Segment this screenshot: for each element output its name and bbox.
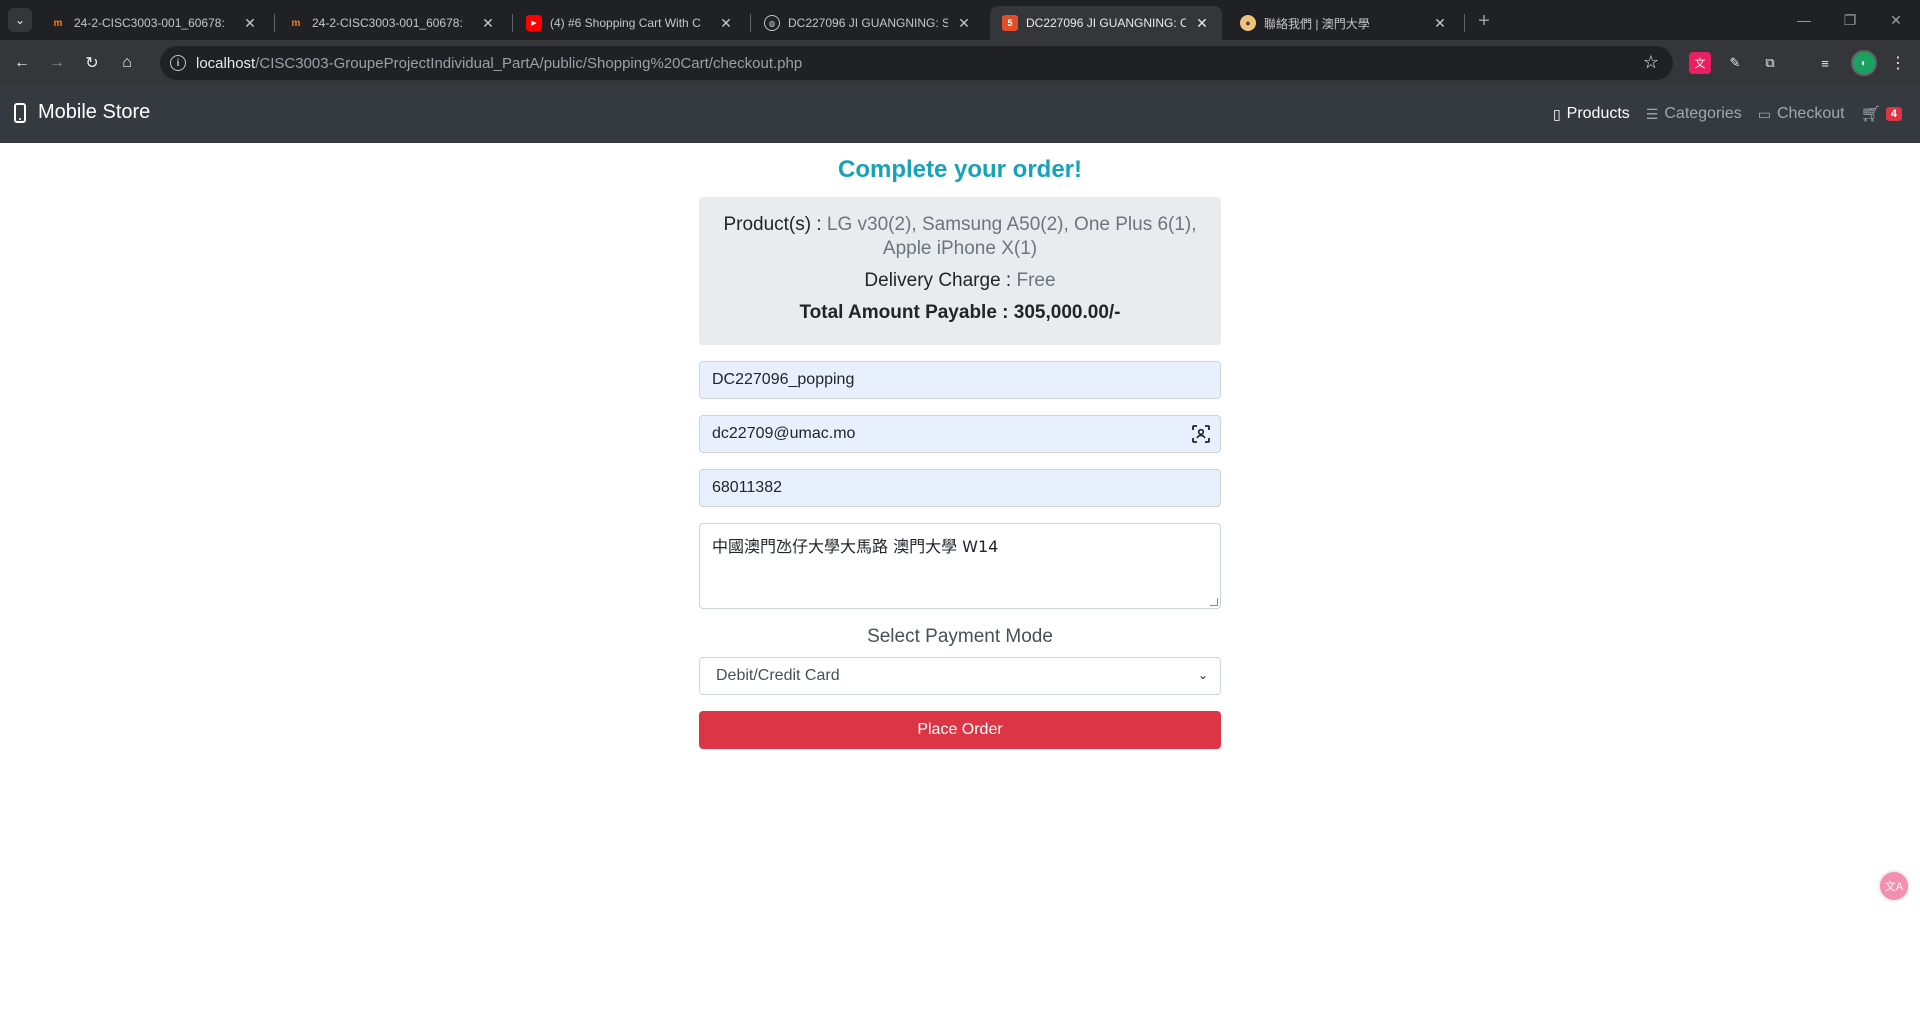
delivery-label: Delivery Charge : xyxy=(864,270,1012,291)
total-value: 305,000.00/- xyxy=(1013,302,1121,323)
url-path: /CISC3003-GroupeProjectIndividual_PartA/… xyxy=(255,54,803,72)
menu-kebab-icon[interactable]: ⋮ xyxy=(1887,52,1909,74)
site-info-icon[interactable]: i xyxy=(170,55,186,71)
tab-divider xyxy=(512,14,513,32)
new-tab-icon[interactable]: + xyxy=(1472,9,1496,33)
nav-checkout-label: Checkout xyxy=(1776,105,1845,122)
html5-icon: 5 xyxy=(1002,15,1018,31)
brand-name: Mobile Store xyxy=(38,101,151,123)
tab-divider xyxy=(274,14,275,32)
browser-tab[interactable]: m 24-2-CISC3003-001_60678: ✕ xyxy=(276,6,508,40)
tab-divider xyxy=(1464,14,1465,32)
extensions-puzzle-icon[interactable]: ⧉ xyxy=(1759,52,1781,74)
place-order-label: Place Order xyxy=(917,721,1003,738)
email-value: dc22709@umac.mo xyxy=(712,425,856,442)
tab-search-icon[interactable]: ⌄ xyxy=(8,8,32,32)
tab-title: DC227096 JI GUANGNING: C xyxy=(1026,16,1186,30)
tab-title: (4) #6 Shopping Cart With C xyxy=(550,16,701,30)
name-field[interactable]: DC227096_popping xyxy=(699,361,1221,399)
email-field[interactable]: dc22709@umac.mo xyxy=(699,415,1221,453)
site-navbar: Mobile Store ▯ Products ☰ Categories ▭ C… xyxy=(0,86,1920,143)
chevron-down-icon: ⌄ xyxy=(1197,668,1208,682)
credit-card-icon: ▭ xyxy=(1757,105,1771,122)
close-icon[interactable]: ✕ xyxy=(956,15,972,31)
nav-products-label: Products xyxy=(1566,105,1630,122)
shopping-cart-icon: 🛒︎ xyxy=(1860,106,1881,123)
products-line: Product(s) : LG v30(2), Samsung A50(2), … xyxy=(719,213,1201,261)
nav-cart[interactable]: 🛒︎ 4 xyxy=(1861,104,1902,124)
place-order-button[interactable]: Place Order xyxy=(699,711,1221,749)
restore-icon[interactable]: ❐ xyxy=(1827,0,1873,40)
browser-tab-active[interactable]: 5 DC227096 JI GUANGNING: C ✕ xyxy=(990,6,1222,40)
moodle-icon: m xyxy=(291,17,301,29)
browser-tab[interactable]: m 24-2-CISC3003-001_60678: ✕ xyxy=(38,6,270,40)
minimize-icon[interactable]: — xyxy=(1781,0,1827,40)
feather-extension-icon[interactable]: ✎ xyxy=(1724,52,1746,74)
home-icon[interactable]: ⌂ xyxy=(113,49,141,77)
browser-tab[interactable]: ▶ (4) #6 Shopping Cart With C ✕ xyxy=(514,6,746,40)
phone-field[interactable]: 68011382 xyxy=(699,469,1221,507)
youtube-icon: ▶ xyxy=(526,15,542,31)
close-icon[interactable]: ✕ xyxy=(1432,15,1448,31)
nav-categories[interactable]: ☰ Categories xyxy=(1646,105,1742,123)
page-title: Complete your order! xyxy=(837,156,1083,183)
moodle-icon: m xyxy=(53,17,63,29)
brand-link[interactable]: Mobile Store xyxy=(14,101,150,124)
browser-toolbar: ← → ↻ ⌂ i localhost/CISC3003-GroupeProje… xyxy=(0,40,1920,86)
tab-divider xyxy=(750,14,751,32)
browser-tab-strip: ⌄ m 24-2-CISC3003-001_60678: ✕ m 24-2-CI… xyxy=(0,0,1920,40)
browser-tab[interactable]: ◍ DC227096 JI GUANGNING: S ✕ xyxy=(752,6,984,40)
payment-mode-label: Select Payment Mode xyxy=(867,626,1053,647)
floating-translate-icon[interactable]: 文A xyxy=(1880,872,1908,900)
mobile-phone-icon: ▯ xyxy=(1552,105,1561,122)
tab-title: 24-2-CISC3003-001_60678: xyxy=(312,16,463,30)
close-icon[interactable]: ✕ xyxy=(242,15,258,31)
mobile-phone-icon xyxy=(14,102,26,123)
close-icon[interactable]: ✕ xyxy=(718,15,734,31)
nav-categories-label: Categories xyxy=(1664,105,1742,122)
payment-selected-value: Debit/Credit Card xyxy=(716,667,840,684)
cart-count-badge: 4 xyxy=(1885,107,1902,121)
checkout-container: Complete your order! Product(s) : LG v30… xyxy=(699,143,1221,749)
total-label: Total Amount Payable : xyxy=(799,302,1009,323)
delivery-line: Delivery Charge : Free xyxy=(719,269,1201,293)
address-value: 中國澳門氹仔大學大馬路 澳門大學 W14 xyxy=(712,537,999,556)
nav-links: ▯ Products ☰ Categories ▭ Checkout 🛒︎ 4 xyxy=(1537,104,1902,124)
tab-title: 聯絡我們 | 澳門大學 xyxy=(1264,16,1370,31)
nav-checkout[interactable]: ▭ Checkout xyxy=(1758,105,1845,123)
tab-title: DC227096 JI GUANGNING: S xyxy=(788,16,948,30)
autofill-scan-icon[interactable] xyxy=(1192,425,1210,443)
url-host: localhost xyxy=(196,54,256,72)
close-icon[interactable]: ✕ xyxy=(1194,15,1210,31)
profile-avatar-icon[interactable]: ◐ xyxy=(1851,50,1877,76)
translate-extension-icon[interactable]: 文 xyxy=(1689,52,1711,74)
media-controls-icon[interactable]: ≡ xyxy=(1814,52,1836,74)
back-icon[interactable]: ← xyxy=(8,49,36,77)
name-value: DC227096_popping xyxy=(712,371,855,388)
window-close-icon[interactable]: ✕ xyxy=(1873,0,1919,40)
order-summary: Product(s) : LG v30(2), Samsung A50(2), … xyxy=(699,197,1221,345)
bookmark-star-icon[interactable]: ☆ xyxy=(1643,52,1659,73)
nav-products[interactable]: ▯ Products xyxy=(1553,105,1630,123)
payment-mode-select[interactable]: Debit/Credit Card ⌄ xyxy=(699,657,1221,695)
tab-title: 24-2-CISC3003-001_60678: xyxy=(74,16,225,30)
globe-icon: ◍ xyxy=(764,15,780,31)
address-bar[interactable]: i localhost/CISC3003-GroupeProjectIndivi… xyxy=(160,46,1673,80)
list-icon: ☰ xyxy=(1645,105,1659,122)
reload-icon[interactable]: ↻ xyxy=(78,49,106,77)
person-icon: ● xyxy=(1240,15,1256,31)
close-icon[interactable]: ✕ xyxy=(480,15,496,31)
resize-handle-icon[interactable] xyxy=(1210,598,1218,606)
forward-icon[interactable]: → xyxy=(43,49,71,77)
products-label: Product(s) : xyxy=(723,214,822,235)
delivery-value: Free xyxy=(1016,270,1056,291)
total-line: Total Amount Payable : 305,000.00/- xyxy=(719,301,1201,325)
products-value: LG v30(2), Samsung A50(2), One Plus 6(1)… xyxy=(826,214,1197,259)
browser-tab[interactable]: ● 聯絡我們 | 澳門大學 ✕ xyxy=(1228,6,1460,40)
address-textarea[interactable]: 中國澳門氹仔大學大馬路 澳門大學 W14 xyxy=(699,523,1221,609)
phone-value: 68011382 xyxy=(712,479,782,496)
